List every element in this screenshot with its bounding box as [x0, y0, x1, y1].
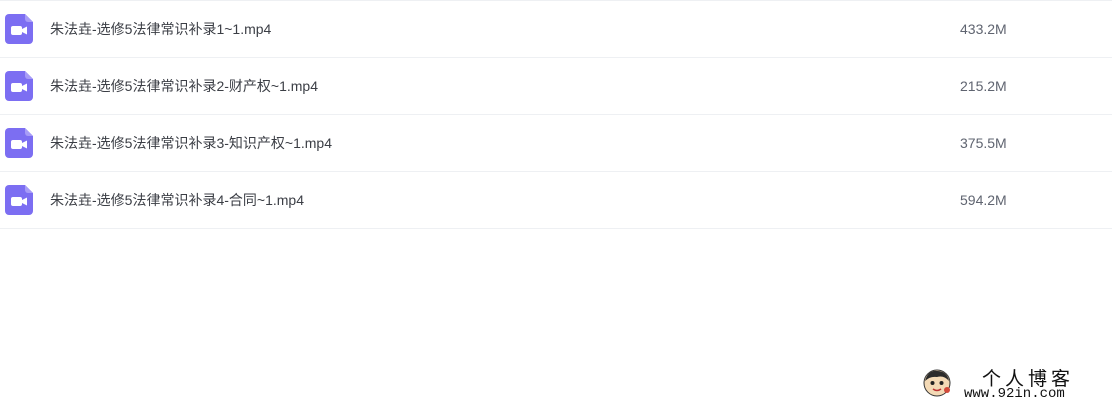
list-item[interactable]: 朱法垚-选修5法律常识补录4-合同~1.mp4 594.2M	[0, 172, 1112, 229]
file-list: 朱法垚-选修5法律常识补录1~1.mp4 433.2M 朱法垚-选修5法律常识补…	[0, 0, 1112, 229]
file-name[interactable]: 朱法垚-选修5法律常识补录4-合同~1.mp4	[50, 191, 304, 209]
list-item[interactable]: 朱法垚-选修5法律常识补录3-知识产权~1.mp4 375.5M	[0, 115, 1112, 172]
avatar	[922, 368, 952, 398]
file-list-page: 朱法垚-选修5法律常识补录1~1.mp4 433.2M 朱法垚-选修5法律常识补…	[0, 0, 1114, 406]
file-size: 375.5M	[960, 135, 1007, 151]
file-size: 215.2M	[960, 78, 1007, 94]
video-file-icon	[5, 14, 33, 44]
file-name[interactable]: 朱法垚-选修5法律常识补录1~1.mp4	[50, 20, 271, 38]
video-file-icon	[5, 71, 33, 101]
file-size: 594.2M	[960, 192, 1007, 208]
file-name[interactable]: 朱法垚-选修5法律常识补录2-财产权~1.mp4	[50, 77, 318, 95]
file-size: 433.2M	[960, 21, 1007, 37]
video-file-icon	[5, 128, 33, 158]
file-name[interactable]: 朱法垚-选修5法律常识补录3-知识产权~1.mp4	[50, 134, 332, 152]
list-item[interactable]: 朱法垚-选修5法律常识补录1~1.mp4 433.2M	[0, 1, 1112, 58]
blog-watermark: 个人博客 www.92in.com	[920, 362, 1110, 404]
watermark-url: www.92in.com	[964, 386, 1065, 402]
list-item[interactable]: 朱法垚-选修5法律常识补录2-财产权~1.mp4 215.2M	[0, 58, 1112, 115]
video-file-icon	[5, 185, 33, 215]
